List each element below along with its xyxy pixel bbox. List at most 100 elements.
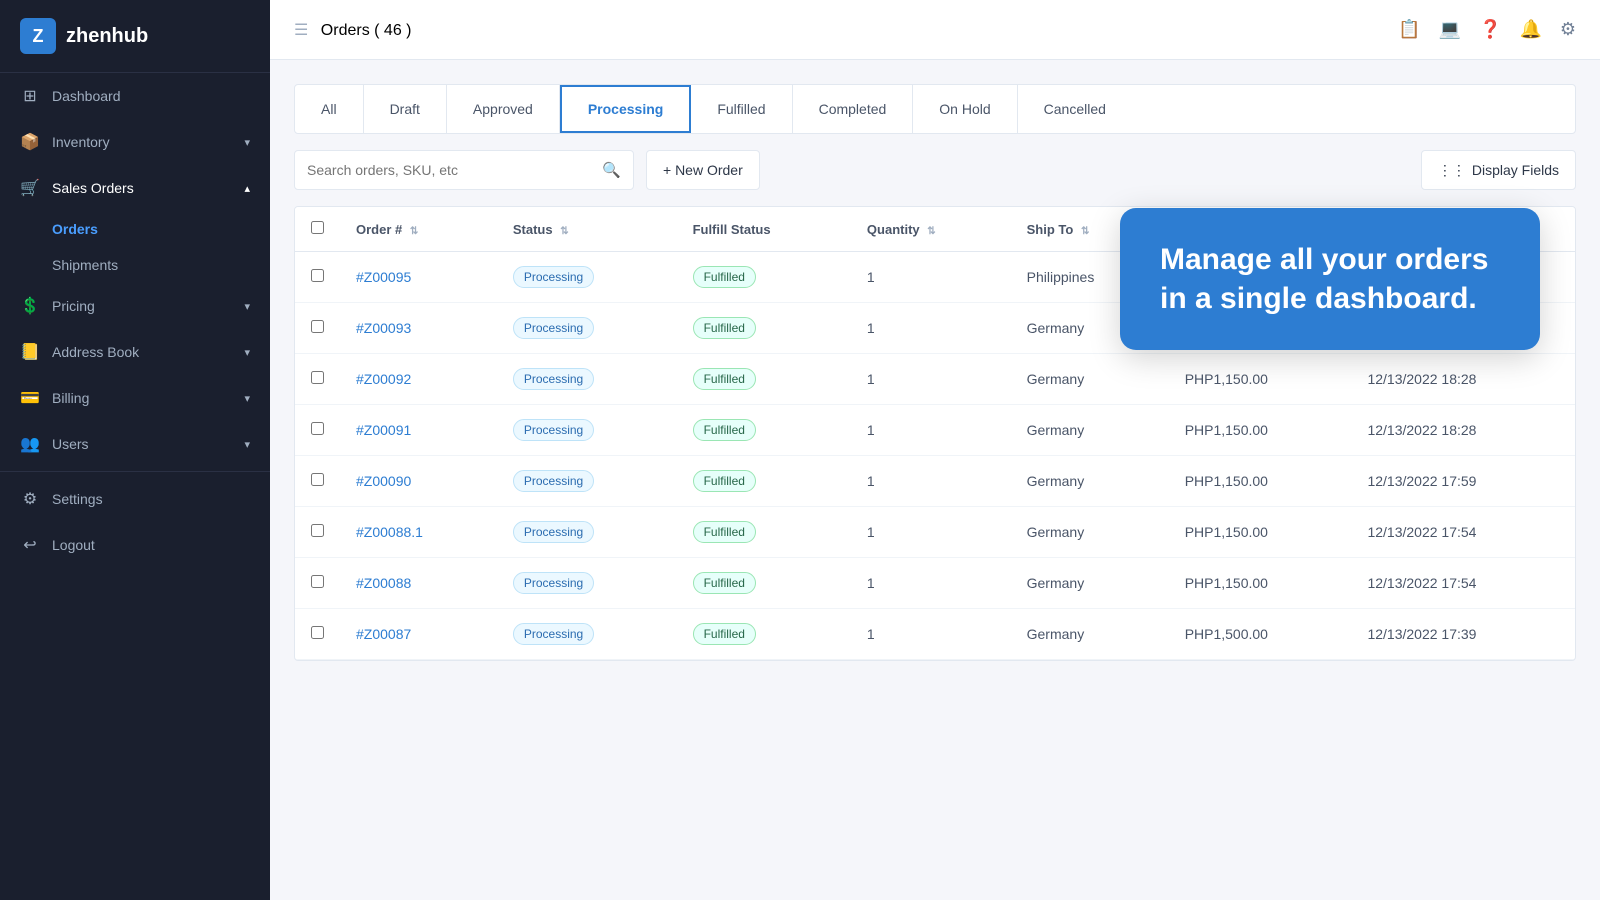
sidebar-item-inventory[interactable]: 📦 Inventory ▾ <box>0 119 270 165</box>
address-book-icon: 📒 <box>20 342 40 362</box>
total-price-cell: PHP1,150.00 <box>1169 456 1352 507</box>
chevron-down-icon: ▾ <box>244 136 250 149</box>
search-input[interactable] <box>307 162 602 178</box>
row-checkbox-cell[interactable] <box>295 456 340 507</box>
sidebar-item-billing[interactable]: 💳 Billing ▾ <box>0 375 270 421</box>
sidebar-item-users[interactable]: 👥 Users ▾ <box>0 421 270 467</box>
sidebar-item-label: Inventory <box>52 134 110 150</box>
row-checkbox[interactable] <box>311 575 324 588</box>
order-number-cell: #Z00095 <box>340 252 497 303</box>
row-checkbox[interactable] <box>311 524 324 537</box>
sidebar-item-label: Billing <box>52 390 89 406</box>
new-order-button[interactable]: + New Order <box>646 150 760 190</box>
clipboard-icon[interactable]: 📋 <box>1398 19 1420 40</box>
order-number-cell: #Z00087 <box>340 609 497 660</box>
row-checkbox-cell[interactable] <box>295 609 340 660</box>
created-cell: 12/13/2022 17:39 <box>1351 609 1575 660</box>
bell-icon[interactable]: 🔔 <box>1519 19 1541 40</box>
help-icon[interactable]: ❓ <box>1479 19 1501 40</box>
sales-orders-submenu: Orders Shipments <box>0 211 270 283</box>
status-cell: Processing <box>497 405 677 456</box>
callout-tooltip: Manage all your orders in a single dashb… <box>1120 208 1540 350</box>
fulfill-status-badge: Fulfilled <box>693 521 756 543</box>
row-checkbox-cell[interactable] <box>295 303 340 354</box>
chevron-down-icon: ▾ <box>244 346 250 359</box>
order-number-cell: #Z00091 <box>340 405 497 456</box>
col-quantity[interactable]: Quantity ⇅ <box>851 207 1011 252</box>
main-content: ☰ Orders ( 46 ) 📋 💻 ❓ 🔔 ⚙ All Draft Appr… <box>270 0 1600 900</box>
row-checkbox-cell[interactable] <box>295 354 340 405</box>
status-cell: Processing <box>497 507 677 558</box>
status-badge: Processing <box>513 317 594 339</box>
tab-approved[interactable]: Approved <box>447 85 560 133</box>
gear-icon[interactable]: ⚙ <box>1560 19 1576 40</box>
sidebar-item-sales-orders[interactable]: 🛒 Sales Orders ▴ <box>0 165 270 211</box>
col-fulfill-status[interactable]: Fulfill Status <box>677 207 851 252</box>
chevron-up-icon: ▴ <box>244 182 250 195</box>
billing-icon: 💳 <box>20 388 40 408</box>
status-cell: Processing <box>497 303 677 354</box>
sidebar-item-settings[interactable]: ⚙ Settings <box>0 476 270 522</box>
status-badge: Processing <box>513 572 594 594</box>
orders-toolbar: 🔍 + New Order ⋮⋮ Display Fields <box>294 150 1576 190</box>
order-link[interactable]: #Z00088 <box>356 575 411 591</box>
order-number-cell: #Z00092 <box>340 354 497 405</box>
row-checkbox-cell[interactable] <box>295 252 340 303</box>
row-checkbox-cell[interactable] <box>295 507 340 558</box>
sidebar-logo[interactable]: Z zhenhub <box>0 0 270 73</box>
status-cell: Processing <box>497 609 677 660</box>
sidebar-item-dashboard[interactable]: ⊞ Dashboard <box>0 73 270 119</box>
sidebar-sub-item-shipments[interactable]: Shipments <box>52 247 270 283</box>
fulfill-status-cell: Fulfilled <box>677 609 851 660</box>
col-status[interactable]: Status ⇅ <box>497 207 677 252</box>
col-order[interactable]: Order # ⇅ <box>340 207 497 252</box>
sidebar-item-address-book[interactable]: 📒 Address Book ▾ <box>0 329 270 375</box>
table-row: #Z00092 Processing Fulfilled 1 Germany P… <box>295 354 1575 405</box>
fulfill-status-badge: Fulfilled <box>693 623 756 645</box>
order-number-cell: #Z00088 <box>340 558 497 609</box>
callout-text: Manage all your orders in a single dashb… <box>1160 240 1500 318</box>
quantity-cell: 1 <box>851 456 1011 507</box>
order-number-cell: #Z00093 <box>340 303 497 354</box>
order-link[interactable]: #Z00087 <box>356 626 411 642</box>
order-link[interactable]: #Z00091 <box>356 422 411 438</box>
order-link[interactable]: #Z00095 <box>356 269 411 285</box>
monitor-icon[interactable]: 💻 <box>1439 19 1461 40</box>
ship-to-cell: Germany <box>1011 507 1169 558</box>
row-checkbox[interactable] <box>311 269 324 282</box>
sidebar-item-label: Users <box>52 436 89 452</box>
row-checkbox[interactable] <box>311 473 324 486</box>
fulfill-status-badge: Fulfilled <box>693 368 756 390</box>
order-link[interactable]: #Z00088.1 <box>356 524 423 540</box>
tab-completed[interactable]: Completed <box>793 85 914 133</box>
row-checkbox[interactable] <box>311 320 324 333</box>
tab-draft[interactable]: Draft <box>364 85 447 133</box>
tab-processing[interactable]: Processing <box>560 85 691 133</box>
sidebar-item-pricing[interactable]: 💲 Pricing ▾ <box>0 283 270 329</box>
tab-fulfilled[interactable]: Fulfilled <box>691 85 792 133</box>
row-checkbox-cell[interactable] <box>295 405 340 456</box>
row-checkbox[interactable] <box>311 422 324 435</box>
tab-on-hold[interactable]: On Hold <box>913 85 1017 133</box>
sort-icon: ⇅ <box>560 226 568 237</box>
display-fields-button[interactable]: ⋮⋮ Display Fields <box>1421 150 1576 190</box>
fulfill-status-badge: Fulfilled <box>693 317 756 339</box>
sidebar-item-logout[interactable]: ↩ Logout <box>0 522 270 568</box>
order-link[interactable]: #Z00092 <box>356 371 411 387</box>
tab-all[interactable]: All <box>295 85 364 133</box>
sidebar-sub-item-orders[interactable]: Orders <box>52 211 270 247</box>
fulfill-status-cell: Fulfilled <box>677 507 851 558</box>
fulfill-status-cell: Fulfilled <box>677 456 851 507</box>
tab-cancelled[interactable]: Cancelled <box>1018 85 1132 133</box>
order-number-cell: #Z00088.1 <box>340 507 497 558</box>
row-checkbox[interactable] <box>311 626 324 639</box>
order-link[interactable]: #Z00090 <box>356 473 411 489</box>
select-all-cell[interactable] <box>295 207 340 252</box>
select-all-checkbox[interactable] <box>311 221 324 234</box>
ship-to-cell: Germany <box>1011 354 1169 405</box>
order-link[interactable]: #Z00093 <box>356 320 411 336</box>
row-checkbox-cell[interactable] <box>295 558 340 609</box>
sidebar-item-label: Pricing <box>52 298 95 314</box>
row-checkbox[interactable] <box>311 371 324 384</box>
status-cell: Processing <box>497 558 677 609</box>
